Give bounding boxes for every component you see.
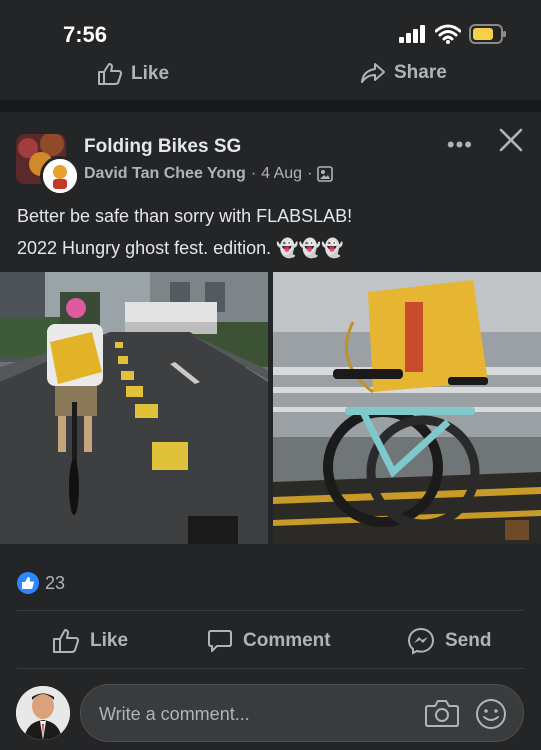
send-button[interactable]: Send: [407, 622, 491, 660]
photo-folded-bike[interactable]: [273, 272, 541, 544]
like-label: Like: [90, 630, 129, 651]
comment-box[interactable]: [80, 684, 524, 743]
thumbs-up-icon: [98, 63, 122, 85]
divider: [17, 610, 524, 611]
like-button-previous[interactable]: Like: [97, 62, 169, 86]
comment-composer: [0, 684, 541, 744]
messenger-icon: [407, 627, 435, 655]
previous-post-actions: Like Share: [0, 56, 541, 96]
share-icon: [361, 63, 385, 83]
reaction-count: 23: [45, 572, 66, 593]
camera-icon[interactable]: [425, 698, 459, 728]
photo-cyclist-street[interactable]: [0, 272, 268, 544]
post-text: Better be safe than sorry with FLABSLAB!…: [17, 200, 527, 264]
author-name[interactable]: David Tan Chee Yong: [84, 165, 246, 183]
poster-avatar: [40, 156, 80, 196]
meta-separator: ·: [307, 165, 313, 182]
group-privacy-icon: [317, 166, 334, 182]
more-options-button[interactable]: •••: [447, 132, 473, 158]
post-meta: David Tan Chee Yong · 4 Aug ·: [84, 165, 334, 183]
like-button[interactable]: Like: [52, 622, 128, 660]
post-date[interactable]: 4 Aug: [261, 165, 302, 183]
status-time: 7:56: [63, 22, 108, 47]
comment-label: Comment: [243, 630, 331, 651]
comment-icon: [208, 630, 232, 652]
comment-input[interactable]: [97, 685, 401, 743]
post-header: Folding Bikes SG David Tan Chee Yong · 4…: [0, 126, 541, 196]
post-action-bar: Like Comment Send: [0, 622, 541, 660]
status-icons: [399, 24, 507, 44]
close-icon[interactable]: [497, 126, 525, 154]
signal-icon: [399, 25, 425, 43]
share-label: Share: [394, 62, 447, 83]
current-user-avatar[interactable]: [16, 686, 70, 740]
feed-divider: [0, 100, 541, 112]
emoji-icon[interactable]: [475, 698, 507, 730]
post-text-line: 2022 Hungry ghost fest. edition. 👻👻👻: [17, 238, 344, 258]
post-text-line: Better be safe than sorry with FLABSLAB!: [17, 206, 353, 226]
battery-icon: [469, 24, 506, 44]
reactions-summary[interactable]: 23: [17, 572, 65, 594]
comment-button[interactable]: Comment: [207, 622, 331, 660]
thumbs-up-icon: [53, 629, 79, 653]
like-reaction-icon: [17, 572, 39, 594]
status-bar: 7:56: [0, 0, 541, 60]
send-label: Send: [445, 630, 492, 651]
wifi-icon: [435, 24, 461, 44]
group-name[interactable]: Folding Bikes SG: [84, 136, 241, 158]
group-avatar[interactable]: [16, 134, 80, 196]
divider: [17, 668, 524, 669]
share-button-previous[interactable]: Share: [360, 62, 447, 84]
like-label: Like: [131, 63, 170, 84]
post-photos: [0, 272, 541, 544]
meta-separator: ·: [250, 165, 257, 182]
